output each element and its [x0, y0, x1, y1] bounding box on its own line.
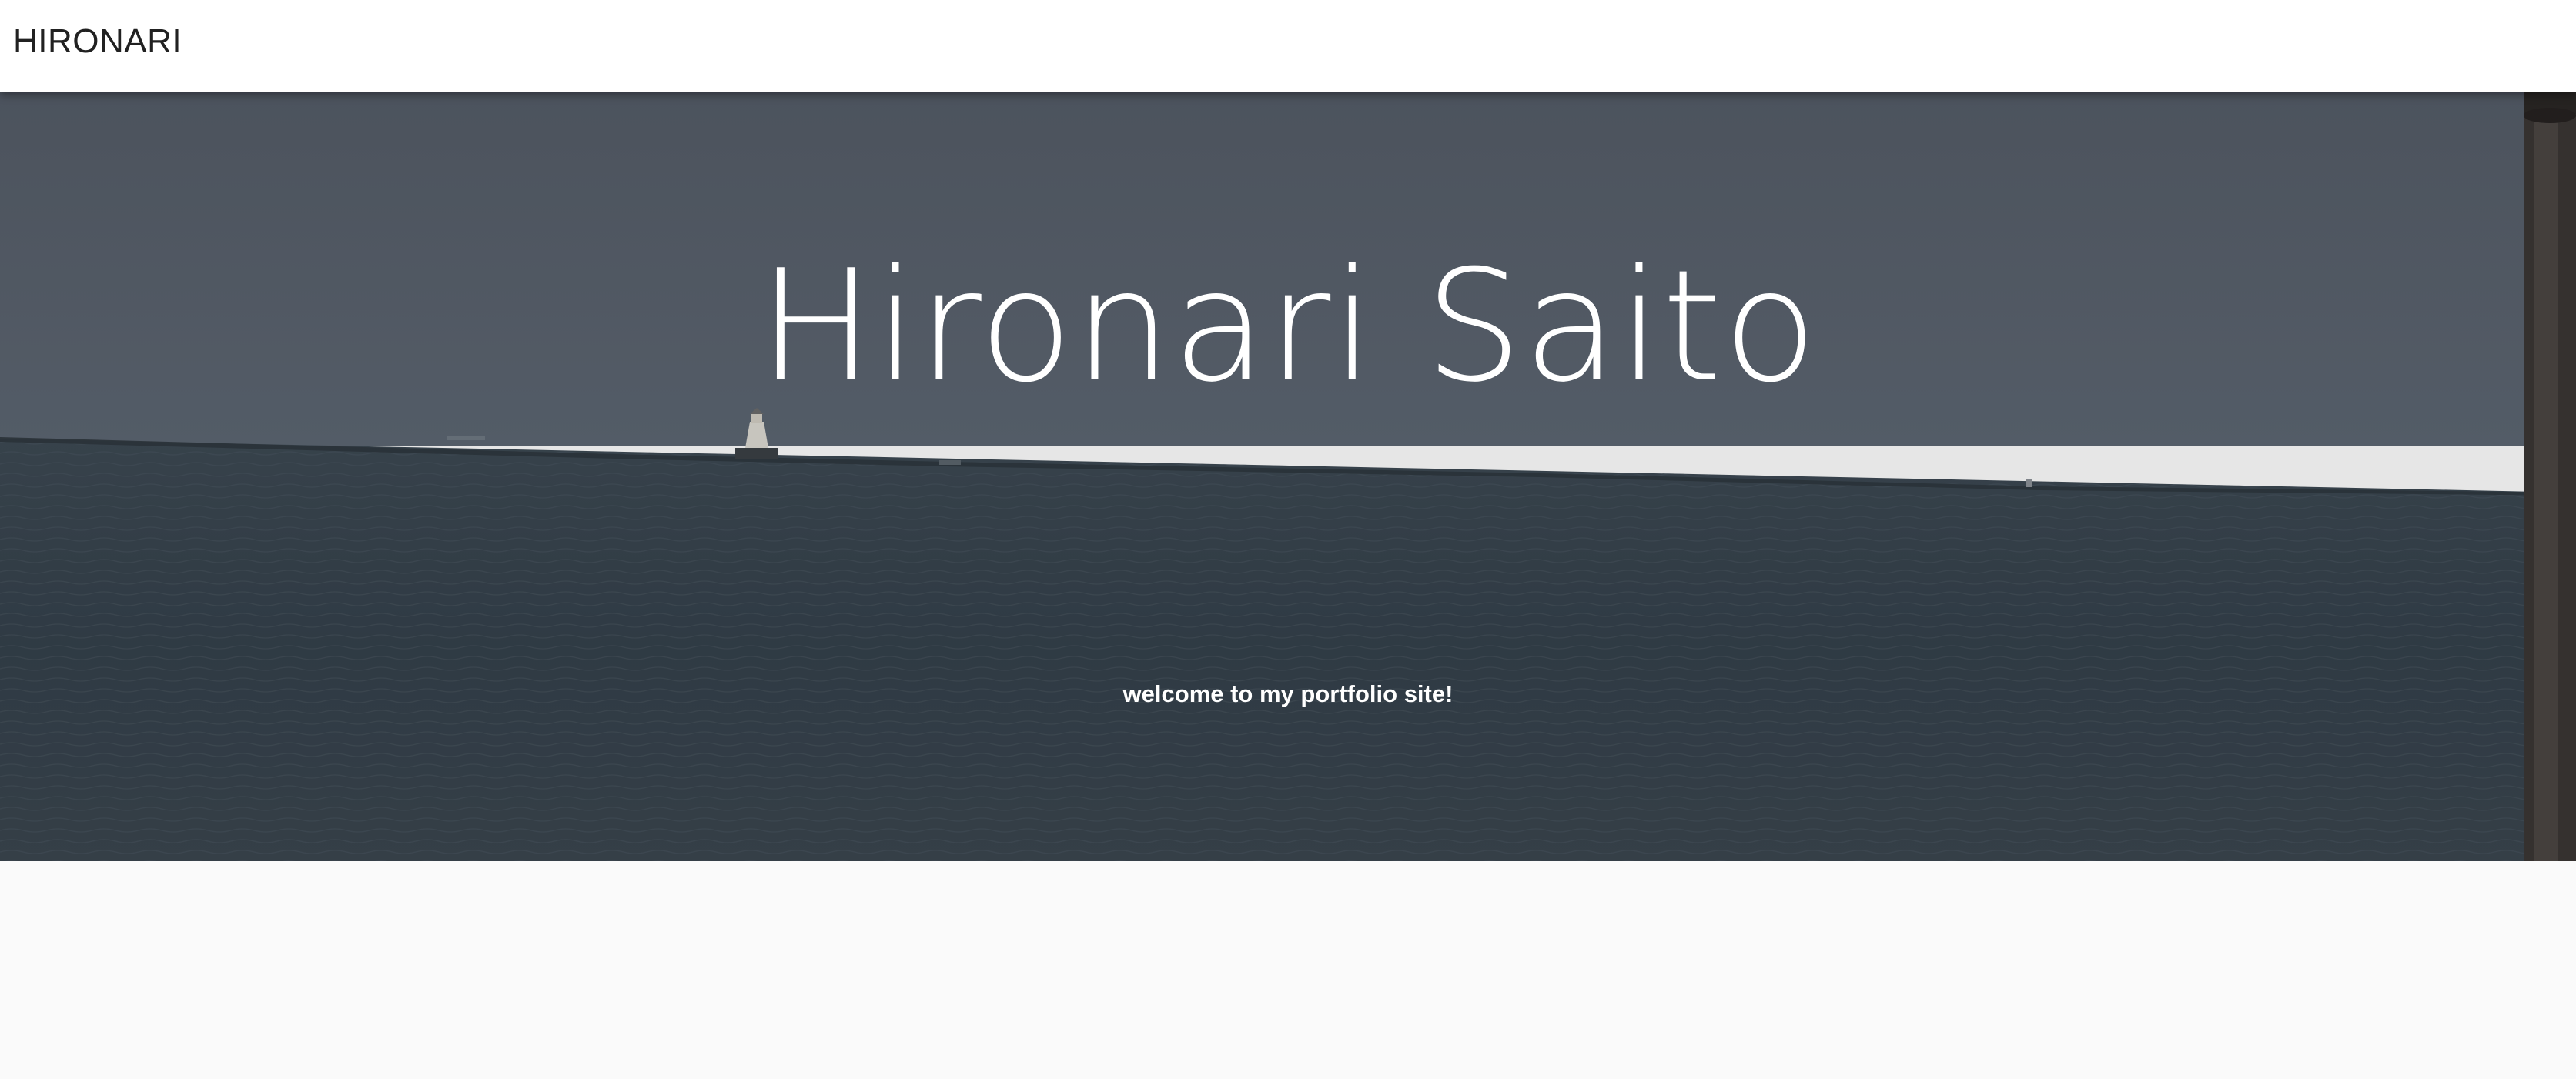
- hero-background-image: [0, 92, 2576, 861]
- hero-section: Hironari Saito welcome to my portfolio s…: [0, 92, 2576, 861]
- hero-subtitle: welcome to my portfolio site!: [1122, 680, 1454, 707]
- content-area: [0, 861, 2576, 1079]
- app-bar: HIRONARI: [0, 0, 2576, 92]
- hero-title: Hironari Saito: [758, 237, 1818, 416]
- site-brand[interactable]: HIRONARI: [13, 22, 182, 62]
